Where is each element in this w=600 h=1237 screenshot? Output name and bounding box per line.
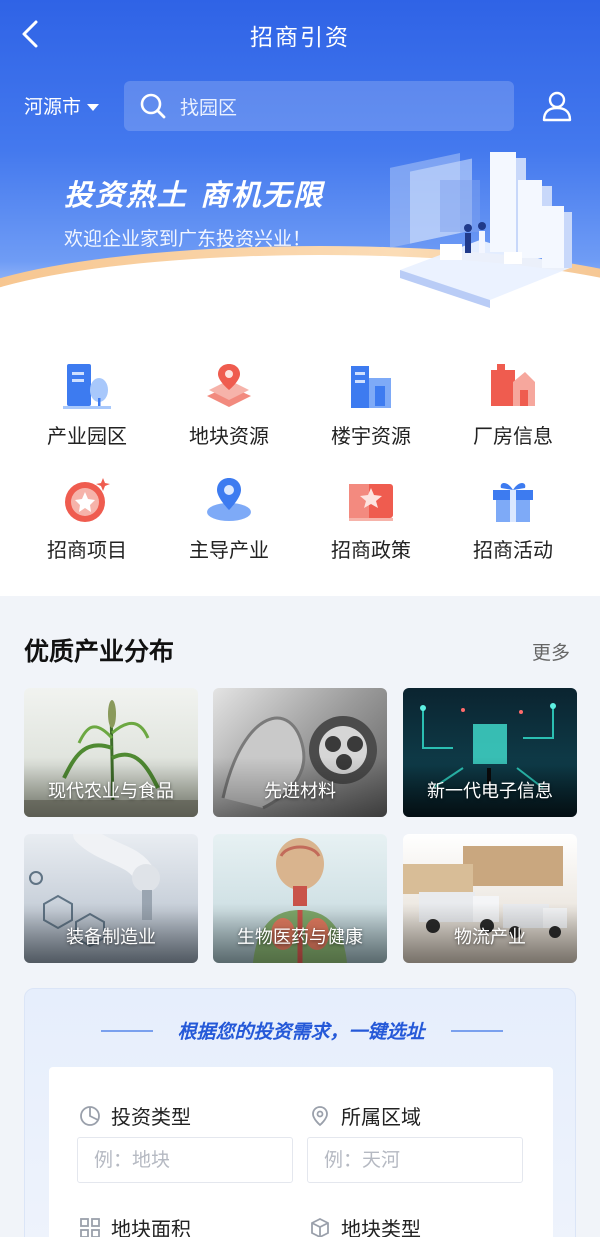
more-link[interactable]: 更多: [532, 638, 570, 665]
factory-icon: [491, 364, 535, 406]
field-label-text: 地块类型: [341, 1217, 421, 1237]
leading-industry-icon: [207, 478, 251, 521]
grid-label: 主导产业: [189, 538, 269, 562]
grid-item-factory[interactable]: 厂房信息: [443, 352, 583, 452]
search-input[interactable]: 找园区: [124, 81, 514, 131]
field-label-text: 地块面积: [111, 1217, 191, 1237]
grid-label: 招商活动: [473, 538, 553, 562]
selector-form: 投资类型 例：地块 所属区域 例：天河 地块面积 地块类型: [49, 1067, 553, 1237]
field-label-text: 所属区域: [341, 1105, 421, 1129]
page-title: 招商引资: [250, 25, 350, 51]
card-label: 装备制造业: [66, 927, 156, 948]
grid-item-project[interactable]: 招商项目: [17, 466, 157, 566]
grid-label: 厂房信息: [473, 424, 553, 448]
grid-icon: [80, 1217, 100, 1237]
grid-label: 招商政策: [331, 538, 411, 562]
card-label: 新一代电子信息: [427, 781, 553, 802]
grid-label: 楼宇资源: [331, 424, 411, 448]
field-label-investment-type: 投资类型: [79, 1101, 191, 1130]
building-icon: [351, 366, 391, 408]
industry-card-biomedicine[interactable]: 生物医药与健康: [213, 834, 387, 963]
caret-down-icon: [87, 103, 100, 111]
industry-card-equipment[interactable]: 装备制造业: [24, 834, 198, 963]
card-label: 现代农业与食品: [48, 781, 174, 802]
industry-card-electronics[interactable]: 新一代电子信息: [403, 688, 577, 817]
search-icon: [140, 93, 166, 119]
selector-heading: 根据您的投资需求，一键选址: [177, 1021, 425, 1043]
user-profile-icon[interactable]: [540, 89, 574, 123]
investment-type-input[interactable]: 例：地块: [77, 1137, 293, 1183]
industrial-park-icon: [63, 364, 111, 409]
field-label-plot-type: 地块类型: [309, 1213, 421, 1237]
industry-card-logistics[interactable]: 物流产业: [403, 834, 577, 963]
grid-label: 产业园区: [47, 424, 127, 448]
grid-item-land-plot[interactable]: 地块资源: [159, 352, 299, 452]
land-plot-icon: [207, 364, 251, 407]
region-input[interactable]: 例：天河: [307, 1137, 523, 1183]
location-pin-icon: [312, 1105, 328, 1126]
card-label: 物流产业: [454, 927, 526, 948]
banner-subtitle: 欢迎企业家到广东投资兴业！: [64, 228, 312, 250]
city-selector[interactable]: 河源市: [24, 92, 100, 119]
grid-item-industrial-park[interactable]: 产业园区: [17, 352, 157, 452]
grid-label: 招商项目: [47, 538, 127, 562]
industry-card-agriculture[interactable]: 现代农业与食品: [24, 688, 198, 817]
grid-item-policy[interactable]: 招商政策: [301, 466, 441, 566]
grid-item-building[interactable]: 楼宇资源: [301, 352, 441, 452]
industry-card-materials[interactable]: 先进材料: [213, 688, 387, 817]
grid-item-event[interactable]: 招商活动: [443, 466, 583, 566]
industry-section: 优质产业分布 更多 现代农业与食品 先进材料 新一代电子信息 装备制造业 生物医…: [0, 596, 600, 1237]
search-placeholder: 找园区: [180, 96, 238, 119]
field-label-text: 投资类型: [111, 1105, 191, 1129]
field-label-region: 所属区域: [309, 1101, 421, 1130]
banner-title: 投资热土 商机无限: [64, 178, 325, 212]
site-selector-panel: 根据您的投资需求，一键选址 投资类型 例：地块 所属区域 例：天河 地块面积 地…: [24, 988, 576, 1237]
business-city-illustration: [390, 152, 572, 308]
feature-grid: 产业园区 地块资源 楼宇资源 厂房信息 招商项目 主导产业 招商政策 招商活动: [0, 352, 600, 582]
project-icon: [65, 478, 110, 522]
city-label: 河源市: [24, 96, 82, 118]
card-label: 先进材料: [264, 781, 336, 802]
section-title: 优质产业分布: [24, 637, 175, 666]
policy-icon: [349, 484, 393, 521]
grid-item-leading-industry[interactable]: 主导产业: [159, 466, 299, 566]
cube-icon: [311, 1217, 329, 1237]
card-label: 生物医药与健康: [237, 927, 363, 948]
pie-chart-icon: [80, 1105, 100, 1126]
field-label-plot-area: 地块面积: [79, 1213, 191, 1237]
gift-icon: [493, 483, 533, 522]
grid-label: 地块资源: [189, 424, 269, 448]
header-banner: 招商引资 河源市 找园区 投资热土 商机无限 欢迎企业家到广东投资兴业！: [0, 0, 600, 335]
